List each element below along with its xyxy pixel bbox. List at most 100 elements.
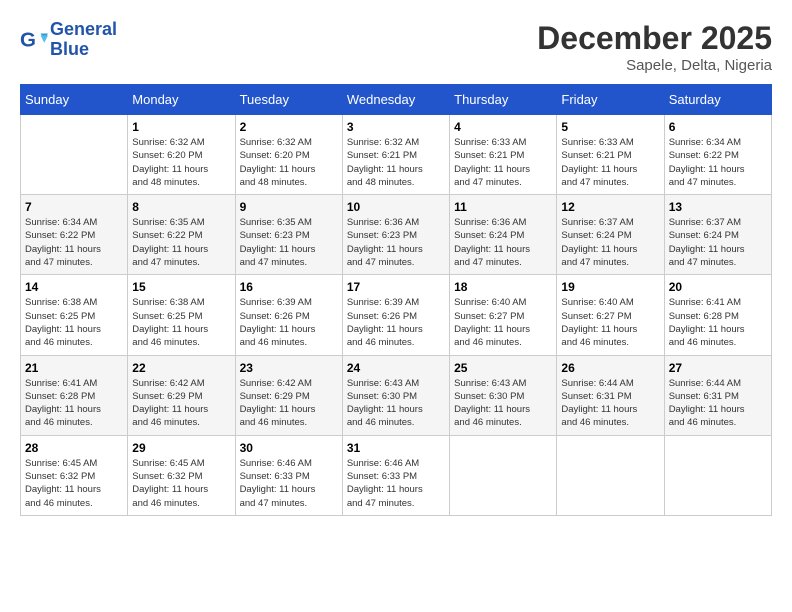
calendar-cell: 25Sunrise: 6:43 AM Sunset: 6:30 PM Dayli… (450, 355, 557, 435)
calendar-table: SundayMondayTuesdayWednesdayThursdayFrid… (20, 84, 772, 516)
day-info: Sunrise: 6:32 AM Sunset: 6:20 PM Dayligh… (132, 136, 230, 189)
calendar-header-row: SundayMondayTuesdayWednesdayThursdayFrid… (21, 85, 772, 115)
day-info: Sunrise: 6:37 AM Sunset: 6:24 PM Dayligh… (561, 216, 659, 269)
day-info: Sunrise: 6:35 AM Sunset: 6:22 PM Dayligh… (132, 216, 230, 269)
day-info: Sunrise: 6:38 AM Sunset: 6:25 PM Dayligh… (132, 296, 230, 349)
day-info: Sunrise: 6:33 AM Sunset: 6:21 PM Dayligh… (454, 136, 552, 189)
day-info: Sunrise: 6:40 AM Sunset: 6:27 PM Dayligh… (454, 296, 552, 349)
day-number: 24 (347, 361, 445, 375)
calendar-cell: 21Sunrise: 6:41 AM Sunset: 6:28 PM Dayli… (21, 355, 128, 435)
day-info: Sunrise: 6:40 AM Sunset: 6:27 PM Dayligh… (561, 296, 659, 349)
day-number: 27 (669, 361, 767, 375)
day-number: 1 (132, 120, 230, 134)
day-number: 23 (240, 361, 338, 375)
calendar-cell: 31 Sunrise: 6:46 AM Sunset: 6:33 PM Dayli… (342, 435, 449, 515)
calendar-cell: 20 Sunrise: 6:41 AM Sunset: 6:28 PM Dayli… (664, 275, 771, 355)
logo-text: General Blue (50, 20, 117, 60)
day-info: Sunrise: 6:33 AM Sunset: 6:21 PM Dayligh… (561, 136, 659, 189)
calendar-cell: 27 Sunrise: 6:44 AM Sunset: 6:31 PM Dayli… (664, 355, 771, 435)
day-number: 5 (561, 120, 659, 134)
calendar-header-monday: Monday (128, 85, 235, 115)
day-number: 29 (132, 441, 230, 455)
day-info: Sunrise: 6:39 AM Sunset: 6:26 PM Dayligh… (347, 296, 445, 349)
day-info: Sunrise: 6:43 AM Sunset: 6:30 PM Dayligh… (347, 377, 445, 430)
calendar-cell (557, 435, 664, 515)
calendar-week-5: 28 Sunrise: 6:45 AM Sunset: 6:32 PM Dayli… (21, 435, 772, 515)
title-block: December 2025 Sapele, Delta, Nigeria (537, 20, 772, 74)
calendar-cell: 6Sunrise: 6:34 AM Sunset: 6:22 PM Daylig… (664, 115, 771, 195)
calendar-cell: 18 Sunrise: 6:40 AM Sunset: 6:27 PM Dayli… (450, 275, 557, 355)
day-info: Sunrise: 6:34 AM Sunset: 6:22 PM Dayligh… (25, 216, 123, 269)
location: Sapele, Delta, Nigeria (537, 57, 772, 74)
calendar-cell: 9 Sunrise: 6:35 AM Sunset: 6:23 PM Daylig… (235, 195, 342, 275)
day-info: Sunrise: 6:35 AM Sunset: 6:23 PM Dayligh… (240, 216, 338, 269)
calendar-cell: 24 Sunrise: 6:43 AM Sunset: 6:30 PM Dayli… (342, 355, 449, 435)
day-number: 18 (454, 280, 552, 294)
day-info: Sunrise: 6:32 AM Sunset: 6:20 PM Dayligh… (240, 136, 338, 189)
day-number: 16 (240, 280, 338, 294)
day-info: Sunrise: 6:36 AM Sunset: 6:24 PM Dayligh… (454, 216, 552, 269)
calendar-header-thursday: Thursday (450, 85, 557, 115)
calendar-cell: 10 Sunrise: 6:36 AM Sunset: 6:23 PM Dayli… (342, 195, 449, 275)
day-number: 30 (240, 441, 338, 455)
day-info: Sunrise: 6:41 AM Sunset: 6:28 PM Dayligh… (669, 296, 767, 349)
day-info: Sunrise: 6:45 AM Sunset: 6:32 PM Dayligh… (132, 457, 230, 510)
calendar-cell: 17 Sunrise: 6:39 AM Sunset: 6:26 PM Dayli… (342, 275, 449, 355)
day-number: 2 (240, 120, 338, 134)
day-number: 17 (347, 280, 445, 294)
calendar-cell: 15 Sunrise: 6:38 AM Sunset: 6:25 PM Dayli… (128, 275, 235, 355)
day-info: Sunrise: 6:45 AM Sunset: 6:32 PM Dayligh… (25, 457, 123, 510)
day-info: Sunrise: 6:44 AM Sunset: 6:31 PM Dayligh… (669, 377, 767, 430)
day-number: 13 (669, 200, 767, 214)
calendar-cell: 13 Sunrise: 6:37 AM Sunset: 6:24 PM Dayli… (664, 195, 771, 275)
day-info: Sunrise: 6:38 AM Sunset: 6:25 PM Dayligh… (25, 296, 123, 349)
calendar-cell: 4 Sunrise: 6:33 AM Sunset: 6:21 PM Daylig… (450, 115, 557, 195)
day-number: 31 (347, 441, 445, 455)
day-number: 12 (561, 200, 659, 214)
calendar-cell: 29 Sunrise: 6:45 AM Sunset: 6:32 PM Dayli… (128, 435, 235, 515)
calendar-week-4: 21Sunrise: 6:41 AM Sunset: 6:28 PM Dayli… (21, 355, 772, 435)
calendar-cell: 3Sunrise: 6:32 AM Sunset: 6:21 PM Daylig… (342, 115, 449, 195)
day-number: 19 (561, 280, 659, 294)
day-number: 20 (669, 280, 767, 294)
calendar-cell: 22 Sunrise: 6:42 AM Sunset: 6:29 PM Dayli… (128, 355, 235, 435)
calendar-cell: 12 Sunrise: 6:37 AM Sunset: 6:24 PM Dayli… (557, 195, 664, 275)
day-number: 3 (347, 120, 445, 134)
day-info: Sunrise: 6:41 AM Sunset: 6:28 PM Dayligh… (25, 377, 123, 430)
calendar-cell (450, 435, 557, 515)
day-number: 11 (454, 200, 552, 214)
day-number: 10 (347, 200, 445, 214)
day-info: Sunrise: 6:42 AM Sunset: 6:29 PM Dayligh… (132, 377, 230, 430)
day-info: Sunrise: 6:39 AM Sunset: 6:26 PM Dayligh… (240, 296, 338, 349)
day-info: Sunrise: 6:46 AM Sunset: 6:33 PM Dayligh… (347, 457, 445, 510)
day-info: Sunrise: 6:42 AM Sunset: 6:29 PM Dayligh… (240, 377, 338, 430)
svg-text:G: G (20, 28, 36, 51)
calendar-header-saturday: Saturday (664, 85, 771, 115)
page-header: G General Blue December 2025 Sapele, Del… (20, 20, 772, 74)
day-number: 4 (454, 120, 552, 134)
day-number: 22 (132, 361, 230, 375)
logo-icon: G (20, 26, 48, 54)
calendar-cell: 30Sunrise: 6:46 AM Sunset: 6:33 PM Dayli… (235, 435, 342, 515)
day-number: 28 (25, 441, 123, 455)
day-number: 25 (454, 361, 552, 375)
calendar-week-3: 14Sunrise: 6:38 AM Sunset: 6:25 PM Dayli… (21, 275, 772, 355)
logo: G General Blue (20, 20, 117, 60)
calendar-cell: 8Sunrise: 6:35 AM Sunset: 6:22 PM Daylig… (128, 195, 235, 275)
calendar-header-friday: Friday (557, 85, 664, 115)
day-info: Sunrise: 6:34 AM Sunset: 6:22 PM Dayligh… (669, 136, 767, 189)
calendar-cell: 26Sunrise: 6:44 AM Sunset: 6:31 PM Dayli… (557, 355, 664, 435)
calendar-header-wednesday: Wednesday (342, 85, 449, 115)
day-info: Sunrise: 6:36 AM Sunset: 6:23 PM Dayligh… (347, 216, 445, 269)
calendar-header-tuesday: Tuesday (235, 85, 342, 115)
calendar-week-1: 1 Sunrise: 6:32 AM Sunset: 6:20 PM Daylig… (21, 115, 772, 195)
day-number: 7 (25, 200, 123, 214)
month-title: December 2025 (537, 20, 772, 57)
calendar-cell: 28 Sunrise: 6:45 AM Sunset: 6:32 PM Dayli… (21, 435, 128, 515)
calendar-cell: 11 Sunrise: 6:36 AM Sunset: 6:24 PM Dayli… (450, 195, 557, 275)
calendar-cell: 19 Sunrise: 6:40 AM Sunset: 6:27 PM Dayli… (557, 275, 664, 355)
day-number: 9 (240, 200, 338, 214)
day-info: Sunrise: 6:37 AM Sunset: 6:24 PM Dayligh… (669, 216, 767, 269)
calendar-cell: 14Sunrise: 6:38 AM Sunset: 6:25 PM Dayli… (21, 275, 128, 355)
day-number: 15 (132, 280, 230, 294)
